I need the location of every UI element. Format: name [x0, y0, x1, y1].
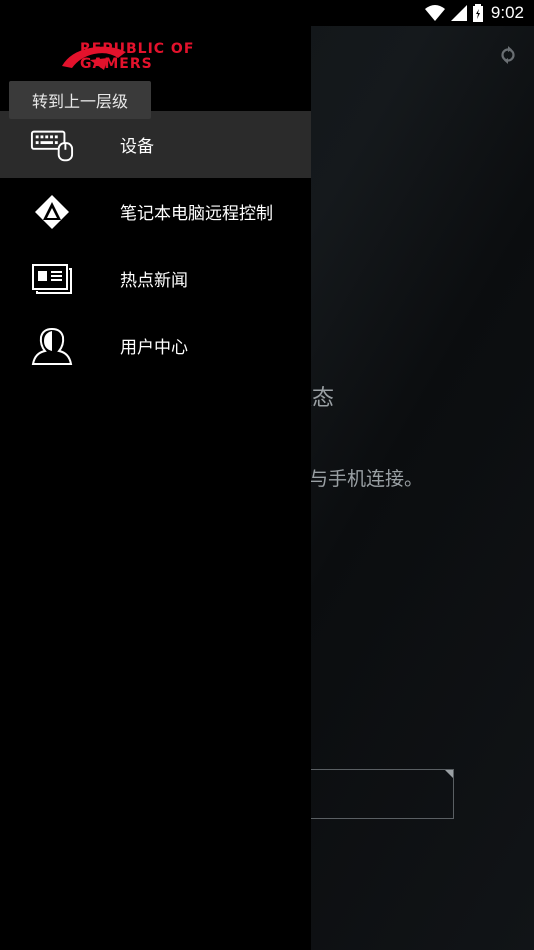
menu-item-label: 热点新闻: [120, 271, 188, 291]
logo-line-1: REPUBLIC OF: [80, 41, 195, 57]
navigation-drawer: REPUBLIC OF GAMERS 转到上一层级 设备 笔记本电脑远程控制 热…: [0, 26, 311, 950]
battery-icon: [472, 4, 483, 22]
refresh-icon[interactable]: [500, 46, 516, 64]
wifi-icon: [424, 5, 445, 21]
logo-line-2: GAMERS: [80, 56, 153, 72]
news-icon: [30, 259, 74, 299]
menu-item-user-center[interactable]: 用户中心: [0, 312, 311, 379]
keyboard-mouse-icon: [30, 125, 74, 165]
menu-item-devices[interactable]: 设备: [0, 111, 311, 178]
user-icon: [30, 326, 74, 366]
menu-item-label: 设备: [120, 137, 154, 157]
rog-logo-text: REPUBLIC OF GAMERS: [80, 42, 194, 72]
clock: 9:02: [490, 3, 524, 22]
remote-control-icon: [30, 192, 74, 232]
menu-item-label: 笔记本电脑远程控制: [120, 204, 273, 224]
signal-icon: [450, 5, 467, 21]
menu-item-label: 用户中心: [120, 338, 188, 358]
drawer-menu: 设备 笔记本电脑远程控制 热点新闻 用户中心: [0, 111, 311, 379]
status-bar: 9:02: [0, 0, 534, 26]
menu-item-laptop-remote-control[interactable]: 笔记本电脑远程控制: [0, 178, 311, 245]
menu-item-hot-news[interactable]: 热点新闻: [0, 245, 311, 312]
navigate-up-tooltip: 转到上一层级: [9, 81, 151, 119]
